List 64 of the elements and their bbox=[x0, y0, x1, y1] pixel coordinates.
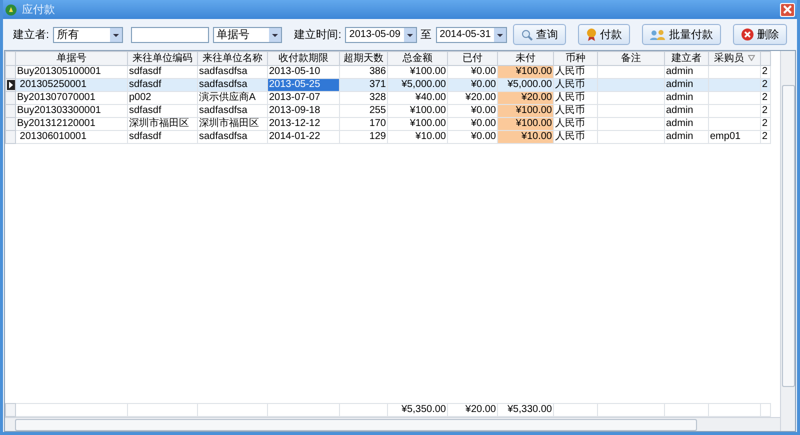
caret-icon bbox=[404, 28, 416, 42]
column-header[interactable]: 单据号 bbox=[16, 52, 128, 66]
caret-icon bbox=[269, 28, 282, 42]
row-pointer-icon bbox=[6, 80, 14, 90]
column-header[interactable]: 来往单位编码 bbox=[128, 52, 198, 66]
people-icon bbox=[650, 28, 666, 40]
table-row[interactable]: Buy201303300001 sdfasdf sadfasdfsa 2013-09-18 255 ¥100.00 ¥0.00 ¥100.00 人民币 admin 2 bbox=[6, 104, 770, 118]
table-cell: ¥10.00 bbox=[388, 130, 448, 144]
caret-icon bbox=[110, 28, 122, 42]
total-cell: ¥5,330.00 bbox=[498, 404, 554, 416]
table-cell: ¥100.00 bbox=[498, 104, 554, 118]
table-row[interactable]: By201312120001 深圳市福田区 深圳市福田区 2013-12-12 170 ¥100.00 ¥0.00 ¥100.00 人民币 admin 2 bbox=[6, 118, 770, 130]
column-header[interactable]: 已付 bbox=[448, 52, 498, 66]
field-dropdown[interactable]: 单据号 bbox=[212, 26, 282, 42]
caret-icon bbox=[494, 28, 506, 42]
table-row[interactable]: 201305250001 sdfasdf sadfasdfsa 2013-05-25 371 ¥5,000.00 ¥0.00 ¥5,000.00 人民币 admin 2 bbox=[6, 78, 770, 92]
column-header[interactable]: 来往单位名称 bbox=[198, 52, 268, 66]
delete-button[interactable]: 删除 bbox=[733, 24, 787, 45]
column-header[interactable]: 总金额 bbox=[388, 52, 448, 66]
table-cell: 人民币 bbox=[554, 130, 598, 144]
table-cell: emp01 bbox=[708, 130, 760, 144]
table-cell: 2013-05-25 bbox=[268, 78, 340, 92]
creator-dropdown[interactable]: 所有 bbox=[53, 26, 123, 42]
search-field[interactable] bbox=[130, 26, 209, 42]
total-cell: ¥5,350.00 bbox=[388, 404, 448, 416]
medal-icon bbox=[586, 28, 597, 41]
date-label: 建立时间: bbox=[294, 28, 342, 42]
table-cell: sadfasdfsa bbox=[198, 130, 268, 144]
column-header[interactable]: 未付 bbox=[498, 52, 554, 66]
column-header[interactable]: 采购员 bbox=[708, 52, 760, 66]
creator-label: 建立者: bbox=[13, 28, 50, 42]
table-cell: sdfasdf bbox=[128, 130, 198, 144]
close-button[interactable] bbox=[780, 2, 795, 16]
batch-pay-button[interactable]: 批量付款 bbox=[642, 24, 721, 45]
column-header[interactable]: 备注 bbox=[598, 52, 664, 66]
column-header[interactable]: 币种 bbox=[554, 52, 598, 66]
table-row[interactable]: 201306010001 sdfasdf sadfasdfsa 2014-01-22 129 ¥10.00 ¥0.00 ¥10.00 人民币 admin emp01 2 bbox=[6, 130, 770, 144]
vertical-scrollbar[interactable] bbox=[780, 51, 795, 431]
column-header[interactable]: 超期天数 bbox=[340, 52, 388, 66]
table-row[interactable]: By201307070001 p002 演示供应商A 2013-07-07 328 ¥40.00 ¥20.00 ¥20.00 人民币 admin 2 bbox=[6, 92, 770, 104]
search-icon bbox=[521, 28, 533, 40]
horizontal-scrollbar[interactable] bbox=[5, 417, 780, 431]
table-cell: ¥100.00 bbox=[498, 66, 554, 78]
table-cell: admin bbox=[664, 130, 708, 144]
start-date-field[interactable]: 2013-05-09 bbox=[345, 26, 417, 42]
date-separator: 至 bbox=[420, 28, 432, 42]
end-date-field[interactable]: 2014-05-31 bbox=[436, 26, 507, 42]
table-cell: ¥0.00 bbox=[448, 130, 498, 144]
table-cell: ¥10.00 bbox=[498, 130, 554, 144]
table-cell: ¥20.00 bbox=[498, 92, 554, 104]
search-button[interactable]: 查询 bbox=[513, 24, 566, 45]
column-header[interactable]: 建立者 bbox=[664, 52, 708, 66]
table-cell: 129 bbox=[340, 130, 388, 144]
table-cell: 2 bbox=[760, 130, 770, 144]
table-cell: 2014-01-22 bbox=[268, 130, 340, 144]
table-row[interactable]: Buy201305100001 sdfasdf sadfasdfsa 2013-05-10 386 ¥100.00 ¥0.00 ¥100.00 人民币 admin 2 bbox=[6, 66, 770, 78]
table-cell: ¥100.00 bbox=[498, 118, 554, 130]
filter-icon[interactable] bbox=[748, 55, 755, 61]
pay-button[interactable]: 付款 bbox=[578, 24, 630, 45]
app-icon bbox=[5, 4, 17, 16]
delete-icon bbox=[741, 28, 754, 41]
table-cell: 201306010001 bbox=[16, 130, 128, 144]
window-title: 应付款 bbox=[22, 2, 56, 17]
column-header[interactable]: 收付款期限 bbox=[268, 52, 340, 66]
